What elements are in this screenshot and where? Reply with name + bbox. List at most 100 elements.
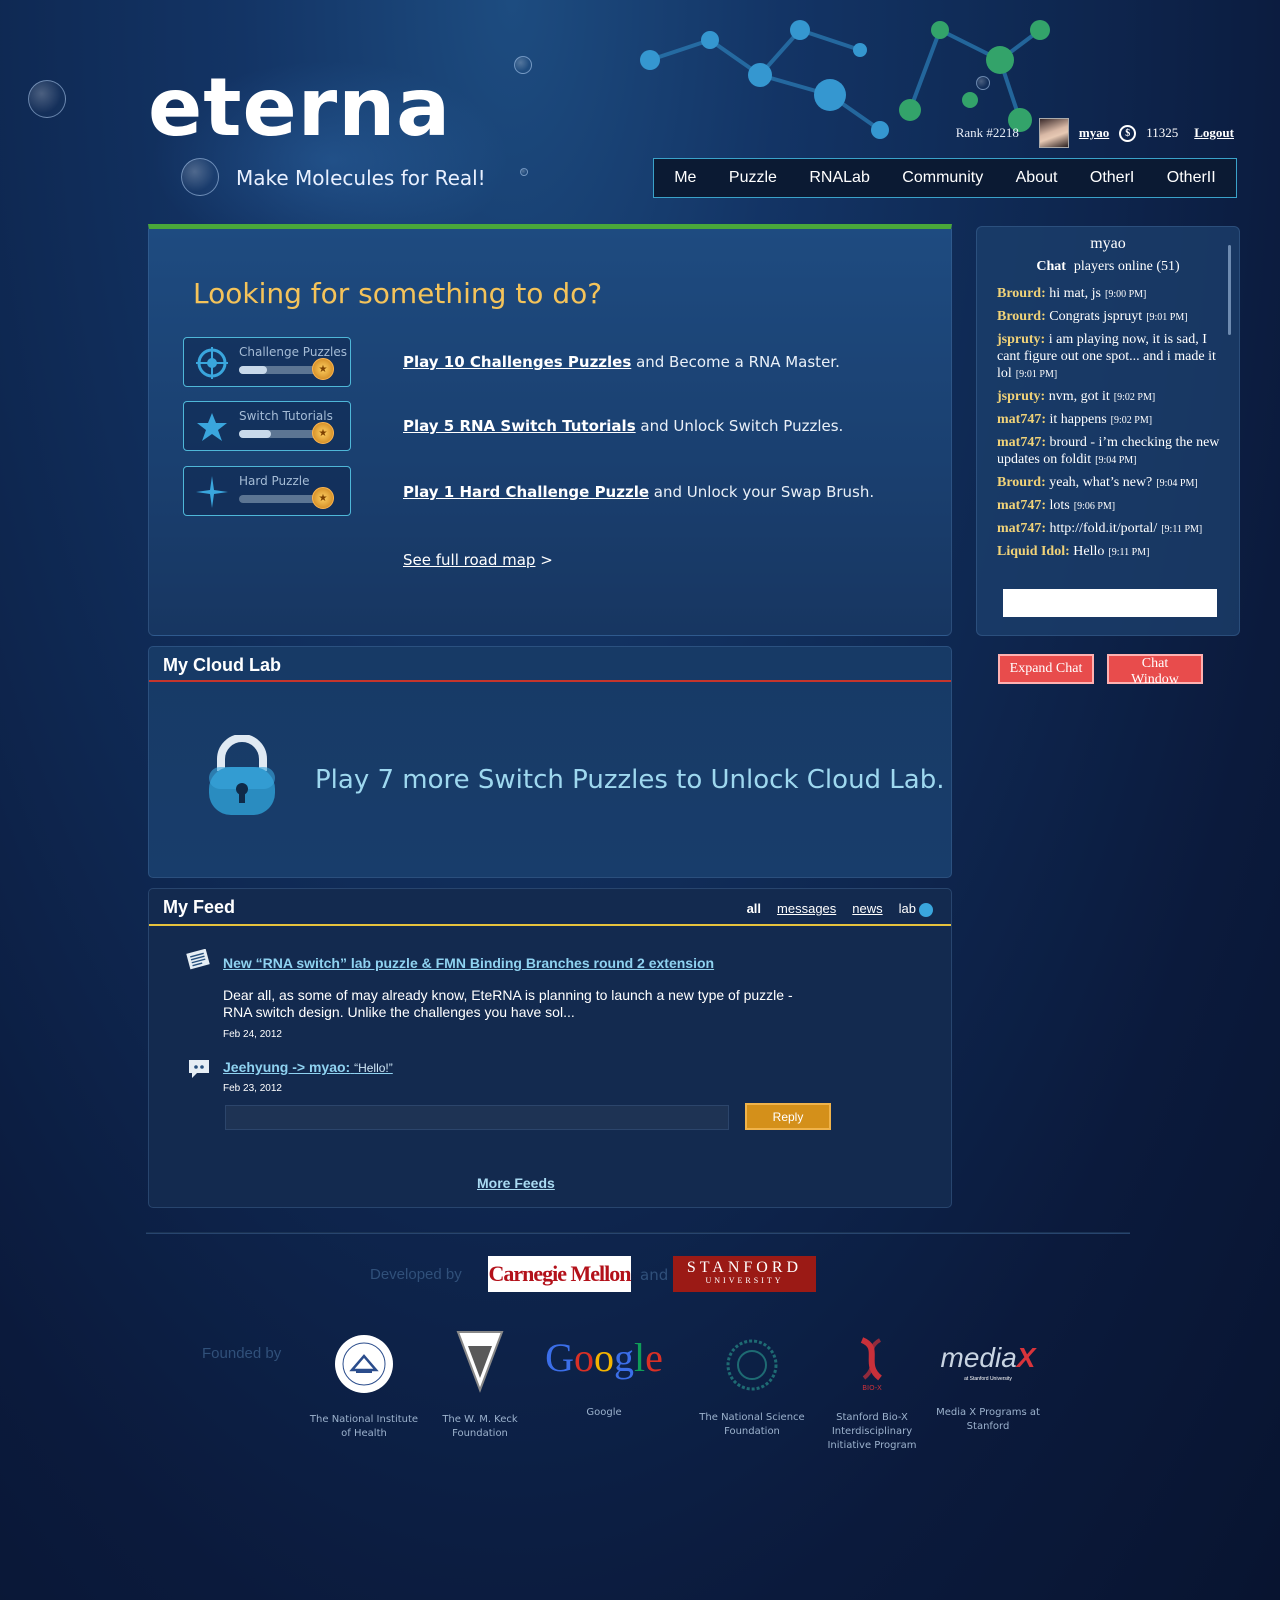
task-card-label: Challenge Puzzles [239,345,348,359]
roadmap: See full road map > [403,551,553,569]
reply-input[interactable] [225,1105,729,1130]
tab-lab[interactable]: lab [899,901,933,917]
chat-message: Brourd: yeah, what’s new? [9:04 PM] [997,475,1198,490]
lock-icon [919,902,933,917]
todo-title: Looking for something to do? [193,277,603,310]
task-description: Play 10 Challenges Puzzles and Become a … [403,353,840,371]
todo-panel: Looking for something to do? Challenge P… [148,224,952,636]
star-icon [197,413,227,441]
mediax-logo-icon: mediaX at Stanford University [940,1342,1036,1382]
chat-message: jspruty: nvm, got it [9:02 PM] [997,389,1156,404]
chat-message: mat747: http://fold.it/portal/[9:11 PM] [997,521,1203,536]
task-card-switch[interactable]: Switch Tutorials ★ [183,401,351,451]
cloud-lab-panel: My Cloud Lab Play 7 more Switch Puzzles … [148,646,952,878]
username-link[interactable]: myao [1079,125,1109,141]
feed-message-title[interactable]: Jeehyung -> myao: “Hello!” [223,1059,393,1075]
chat-username: myao [1090,235,1126,252]
nav-other-ii[interactable]: OtherII [1167,169,1216,187]
chat-message: Liquid Idol: Hello [9:11 PM] [997,544,1150,559]
stanford-logo[interactable]: STANFORD UNIVERSITY [673,1256,816,1292]
feed-item-date: Feb 24, 2012 [223,1029,282,1040]
task-link-switch[interactable]: Play 5 RNA Switch Tutorials [403,417,636,435]
bubble-decoration [181,158,219,196]
and-label: and [640,1266,669,1284]
lock-icon [209,735,275,815]
task-card-label: Hard Puzzle [239,474,310,488]
nav-community[interactable]: Community [902,169,983,187]
nih-logo-icon [335,1335,393,1393]
chat-bubble-icon [189,1060,209,1078]
feed-title: My Feed [163,897,236,917]
nav-me[interactable]: Me [674,169,696,187]
tab-all[interactable]: all [747,901,761,916]
task-description: Play 5 RNA Switch Tutorials and Unlock S… [403,417,844,435]
chat-log: Brourd: hi mat, js [9:00 PM] Brourd: Cong… [997,285,1221,566]
points: 11325 [1146,125,1179,140]
feed-tabs: all messages news lab [747,901,933,917]
bubble-decoration [976,76,990,90]
chat-message: mat747: brourd - i’m checking the new up… [997,435,1220,467]
task-link-hard[interactable]: Play 1 Hard Challenge Puzzle [403,483,649,501]
roadmap-link[interactable]: See full road map [403,551,535,569]
footer-divider [146,1232,1130,1234]
nav-rnalab[interactable]: RNALab [809,169,869,187]
chat-message: Brourd: hi mat, js [9:00 PM] [997,286,1147,301]
chat-panel: myao Chat players online (51) Brourd: hi … [976,226,1240,636]
chat-input[interactable] [1003,589,1217,617]
coin-icon: $ [1119,124,1137,142]
developed-by-label: Developed by [370,1266,462,1283]
feed-panel: My Feed all messages news lab New “RNA s… [148,888,952,1208]
logout-link[interactable]: Logout [1194,125,1234,141]
chat-message: Brourd: Congrats jspruyt [9:01 PM] [997,309,1188,324]
nsf-logo-icon [726,1339,778,1391]
divider [149,680,951,682]
site-logo[interactable]: eterna [148,68,451,148]
sponsor-nih[interactable]: The National Institute of Health [308,1334,420,1441]
chat-window-button[interactable]: Chat Window [1107,654,1203,687]
compass-star-icon [196,476,228,508]
feed-item-title[interactable]: New “RNA switch” lab puzzle & FMN Bindin… [223,955,714,971]
nav-other-i[interactable]: OtherI [1090,169,1134,187]
task-progress-bar [239,495,319,503]
expand-chat-button[interactable]: Expand Chat [998,654,1094,684]
svg-text:BIO-X: BIO-X [862,1384,882,1392]
tagline: Make Molecules for Real! [236,166,486,190]
chevron-right-icon: > [540,551,553,569]
sponsor-google[interactable]: Google Google [540,1336,668,1420]
nav-puzzle[interactable]: Puzzle [729,169,777,187]
cmu-logo[interactable]: Carnegie Mellon [488,1256,632,1292]
unlock-message: Play 7 more Switch Puzzles to Unlock Clo… [315,765,945,795]
bubble-decoration [514,56,532,74]
sponsor-nsf[interactable]: The National Science Foundation [696,1338,808,1439]
reply-button[interactable]: Reply [745,1103,831,1130]
sponsor-biox[interactable]: BIO-X Stanford Bio-X Interdisciplinary I… [824,1334,920,1453]
main-nav: Me Puzzle RNALab Community About OtherI … [653,158,1237,198]
medal-icon: ★ [312,422,334,444]
crosshair-icon [196,347,228,379]
cloud-lab-title: My Cloud Lab [163,655,281,675]
avatar[interactable] [1038,118,1069,148]
keck-logo-icon [456,1331,504,1393]
user-rank: Rank #2218 [955,125,1019,140]
players-online[interactable]: players online (51) [1074,259,1180,274]
user-bar: Rank #2218 myao $ 11325 Logout [956,118,1234,148]
tab-messages[interactable]: messages [777,901,836,916]
divider [149,924,951,926]
sponsor-mediax[interactable]: mediaX at Stanford University Media X Pro… [934,1340,1042,1434]
chat-scrollbar[interactable] [1228,245,1231,335]
nav-about[interactable]: About [1016,169,1058,187]
chat-message: mat747: lots [9:06 PM] [997,498,1116,513]
more-feeds-link[interactable]: More Feeds [477,1175,555,1191]
google-logo-icon: Google [545,1335,663,1380]
task-progress-bar [239,366,319,374]
sponsor-keck[interactable]: The W. M. Keck Foundation [428,1328,532,1441]
task-card-challenge[interactable]: Challenge Puzzles ★ [183,337,351,387]
chat-message: jspruty: i am playing now, it is sad, I … [997,332,1216,381]
medal-icon: ★ [312,358,334,380]
task-link-challenge[interactable]: Play 10 Challenges Puzzles [403,353,631,371]
feed-item-body: Dear all, as some of may already know, E… [223,987,793,1020]
task-card-hard[interactable]: Hard Puzzle ★ [183,466,351,516]
chat-message: mat747: it happens [9:02 PM] [997,412,1153,427]
task-card-label: Switch Tutorials [239,409,333,423]
tab-news[interactable]: news [852,901,882,916]
